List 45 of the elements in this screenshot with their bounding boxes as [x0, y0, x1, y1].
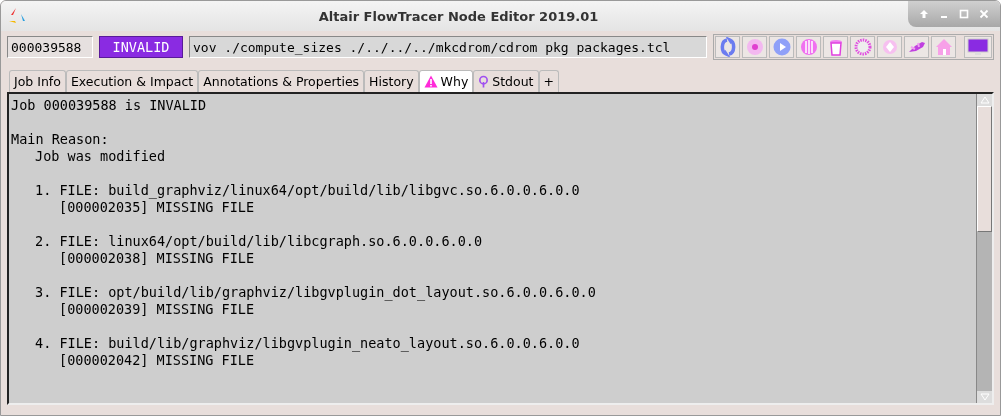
file-status: [000002039] MISSING FILE	[58, 301, 256, 318]
file-line: 4. FILE: build/lib/graphviz/libgvplugin_neato_layout.so.6.0.0.6.0.0	[34, 335, 581, 352]
play-icon	[771, 37, 792, 57]
tab[interactable]: Job Info	[9, 70, 66, 92]
monitor-icon	[967, 37, 989, 57]
tab[interactable]: History	[364, 70, 419, 92]
close-icon[interactable]	[979, 9, 989, 19]
diamond-button[interactable]	[877, 36, 902, 58]
file-status: [000002038] MISSING FILE	[58, 250, 256, 267]
keep-above-icon[interactable]	[919, 9, 929, 19]
ring-button[interactable]	[850, 36, 875, 58]
maximize-icon[interactable]	[959, 9, 969, 19]
disc-button[interactable]	[742, 36, 767, 58]
tab[interactable]: +	[538, 70, 559, 92]
play-button[interactable]	[769, 36, 794, 58]
trash-button[interactable]	[823, 36, 848, 58]
job-id-field[interactable]: 000039588	[7, 36, 93, 58]
disc-icon	[744, 37, 765, 57]
pin-icon	[478, 74, 490, 89]
file-line: 1. FILE: build_graphviz/linux64/opt/build/lib/libgvc.so.6.0.0.6.0.0	[34, 182, 581, 199]
ring-icon	[852, 37, 873, 57]
file-line: 2. FILE: linux64/opt/build/lib/libcgraph.so.6.0.0.6.0.0	[34, 233, 484, 250]
refresh-button[interactable]	[715, 36, 740, 58]
window-title: Altair FlowTracer Node Editor 2019.01	[318, 8, 600, 24]
command-field[interactable]: vov ./compute_sizes ./../../../mkcdrom/cdrom pkg packages.tcl	[189, 36, 707, 58]
tab[interactable]: Annotations & Properties	[198, 70, 365, 92]
scroll-down-icon[interactable]	[979, 393, 990, 401]
reason-text: Job was modified	[34, 148, 167, 165]
scrollbar[interactable]	[976, 94, 992, 403]
tab[interactable]: Why	[418, 70, 474, 92]
stripes-icon	[798, 37, 819, 57]
status-label: INVALID	[99, 36, 183, 58]
file-line: 3. FILE: opt/build/lib/graphviz/libgvplugin_dot_layout.so.6.0.0.6.0.0	[34, 284, 597, 301]
tab[interactable]: Stdout	[473, 70, 539, 92]
home-button[interactable]	[931, 36, 956, 58]
reason-label: Main Reason:	[11, 131, 110, 148]
tab[interactable]: Execution & Impact	[65, 70, 199, 92]
warning-icon	[423, 75, 438, 88]
file-status: [000002042] MISSING FILE	[58, 352, 256, 369]
report-heading: Job 000039588 is INVALID	[11, 97, 208, 114]
scroll-up-icon[interactable]	[979, 96, 990, 104]
monitor-button[interactable]	[964, 36, 992, 58]
stripes-button[interactable]	[796, 36, 821, 58]
plane-button[interactable]	[904, 36, 929, 58]
file-status: [000002035] MISSING FILE	[58, 199, 256, 216]
